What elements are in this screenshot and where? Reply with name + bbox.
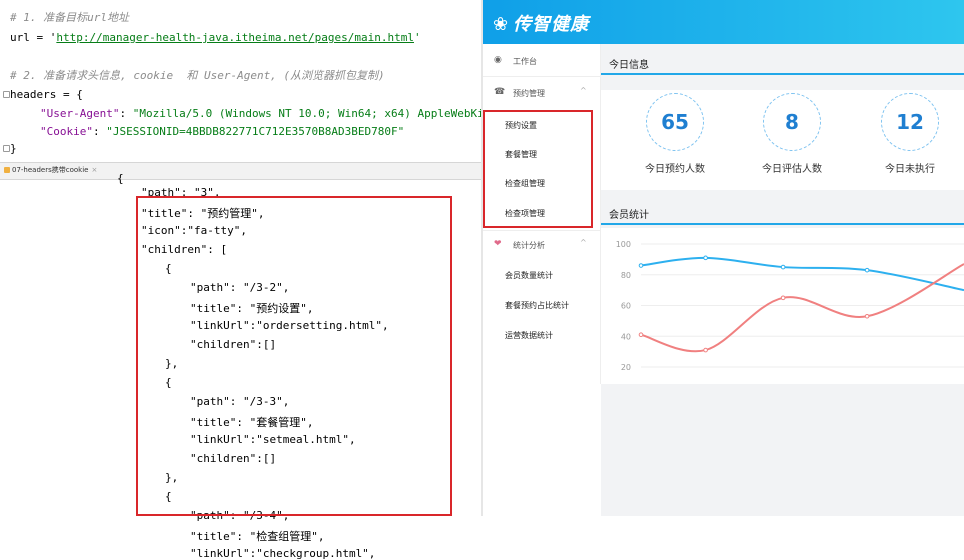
section-underline — [601, 223, 964, 225]
main-content: 今日信息 65 今日预约人数 8 今日评估人数 12 今日未执行 会员统计 10… — [601, 44, 964, 516]
stat-value: 12 — [896, 110, 924, 134]
chevron-up-icon: ^ — [580, 86, 587, 95]
stat-circle: 65 — [646, 93, 704, 151]
member-line-chart: 100 80 60 40 20 — [616, 240, 964, 372]
code-text: } — [10, 142, 17, 155]
y-tick-label: 40 — [621, 332, 631, 341]
dict-key: "User-Agent" — [40, 107, 120, 120]
phone-icon: ☎ — [494, 87, 506, 97]
code-text: url = ' — [10, 31, 57, 44]
dict-value: "Mozilla/5.0 (Windows NT 10.0; Win64; x6… — [132, 107, 491, 120]
stat-value: 8 — [785, 110, 799, 134]
code-line: "linkUrl":"checkgroup.html", — [190, 547, 376, 560]
health-app-pane: ❀ 传智健康 ◉ 工作台 ☎ 预约管理 ^ 预约设置 套餐管理 检查组管理 检查项… — [483, 0, 964, 516]
fold-toggle-icon[interactable] — [3, 91, 10, 98]
sidebar-bottom — [483, 384, 600, 516]
dict-key: "Cookie" — [40, 125, 93, 138]
comment: # 1. 准备目标url地址 — [10, 11, 129, 24]
sidebar-item-setmeal-report[interactable]: 套餐预约占比统计 — [505, 300, 569, 311]
menu-label: 工作台 — [513, 57, 537, 66]
menu-workbench[interactable]: ◉ 工作台 — [483, 50, 600, 70]
data-point[interactable] — [703, 347, 708, 353]
code-text: ' — [413, 31, 421, 44]
code-line: "title": "检查组管理", — [190, 530, 325, 543]
stat-label: 今日未执行 — [885, 164, 935, 175]
data-point[interactable] — [780, 295, 786, 301]
highlight-box — [483, 110, 593, 228]
y-tick-label: 80 — [621, 271, 631, 280]
code-line: headers = { — [10, 85, 83, 105]
member-chart-card: 100 80 60 40 20 — [601, 228, 964, 384]
section-underline — [601, 73, 964, 75]
code-line: # 2. 准备请求头信息, cookie 和 User-Agent, (从浏览器… — [10, 66, 385, 86]
python-file-icon — [4, 167, 10, 173]
app-logo[interactable]: ❀ 传智健康 — [493, 10, 589, 36]
series-line-0[interactable] — [640, 256, 964, 292]
series-line-1[interactable] — [640, 263, 964, 353]
code-line: { — [117, 172, 124, 185]
code-line: "Cookie": "JSESSIONID=4BBDB822771C712E35… — [40, 122, 404, 142]
comment: # 2. 准备请求头信息, cookie 和 User-Agent, (从浏览器… — [10, 69, 385, 82]
editor-tab[interactable]: 07-headers携带cookie × — [4, 165, 97, 175]
menu-label: 预约管理 — [513, 89, 545, 98]
tab-label: 07-headers携带cookie — [12, 166, 89, 174]
fold-toggle-icon[interactable] — [3, 145, 10, 152]
data-point[interactable] — [638, 263, 644, 268]
member-stats-title: 会员统计 — [609, 210, 649, 221]
url-link[interactable]: http://manager-health-java.itheima.net/p… — [56, 31, 414, 44]
python-code-editor[interactable]: # 1. 准备目标url地址 url = 'http://manager-hea… — [0, 0, 490, 155]
divider — [483, 76, 600, 77]
stat-value: 65 — [661, 110, 689, 134]
y-tick-label: 100 — [616, 240, 631, 249]
stat-label: 今日评估人数 — [762, 164, 822, 175]
logo-text: 传智健康 — [513, 14, 590, 35]
dict-value: "JSESSIONID=4BBDB822771C712E3570B8AD3BED… — [106, 125, 405, 138]
today-stats-card: 65 今日预约人数 8 今日评估人数 12 今日未执行 — [601, 90, 964, 190]
code-line: "User-Agent": "Mozilla/5.0 (Windows NT 1… — [40, 104, 490, 124]
chevron-up-icon: ^ — [580, 238, 587, 247]
sidebar-item-business-report[interactable]: 运营数据统计 — [505, 330, 553, 341]
code-text: : — [119, 107, 133, 120]
data-point[interactable] — [780, 264, 786, 270]
stat-label: 今日预约人数 — [645, 164, 705, 175]
code-line: } — [10, 139, 17, 159]
menu-statistics[interactable]: ❤ 统计分析 ^ — [483, 234, 600, 254]
y-tick-label: 20 — [621, 363, 631, 372]
logo-icon: ❀ — [493, 14, 510, 35]
highlight-box — [136, 196, 452, 516]
menu-appointment[interactable]: ☎ 预约管理 ^ — [483, 82, 600, 102]
code-text: headers = { — [10, 88, 83, 101]
data-point[interactable] — [638, 332, 644, 338]
today-info-title: 今日信息 — [609, 60, 649, 71]
heart-icon: ❤ — [494, 239, 502, 249]
divider — [483, 230, 600, 231]
code-line: url = 'http://manager-health-java.itheim… — [10, 28, 421, 48]
data-point[interactable] — [864, 267, 870, 273]
stat-circle: 8 — [763, 93, 821, 151]
menu-label: 统计分析 — [513, 241, 545, 250]
dashboard-icon: ◉ — [494, 55, 502, 65]
code-line: # 1. 准备目标url地址 — [10, 8, 129, 28]
sidebar-item-member-report[interactable]: 会员数量统计 — [505, 270, 553, 281]
code-text: : — [92, 125, 107, 138]
app-header: ❀ 传智健康 — [483, 0, 964, 44]
y-tick-label: 60 — [621, 302, 631, 311]
close-icon[interactable]: × — [91, 166, 97, 174]
data-point[interactable] — [703, 255, 708, 261]
data-point[interactable] — [864, 313, 870, 319]
stat-circle: 12 — [881, 93, 939, 151]
code-editor-pane: # 1. 准备目标url地址 url = 'http://manager-hea… — [0, 0, 490, 560]
